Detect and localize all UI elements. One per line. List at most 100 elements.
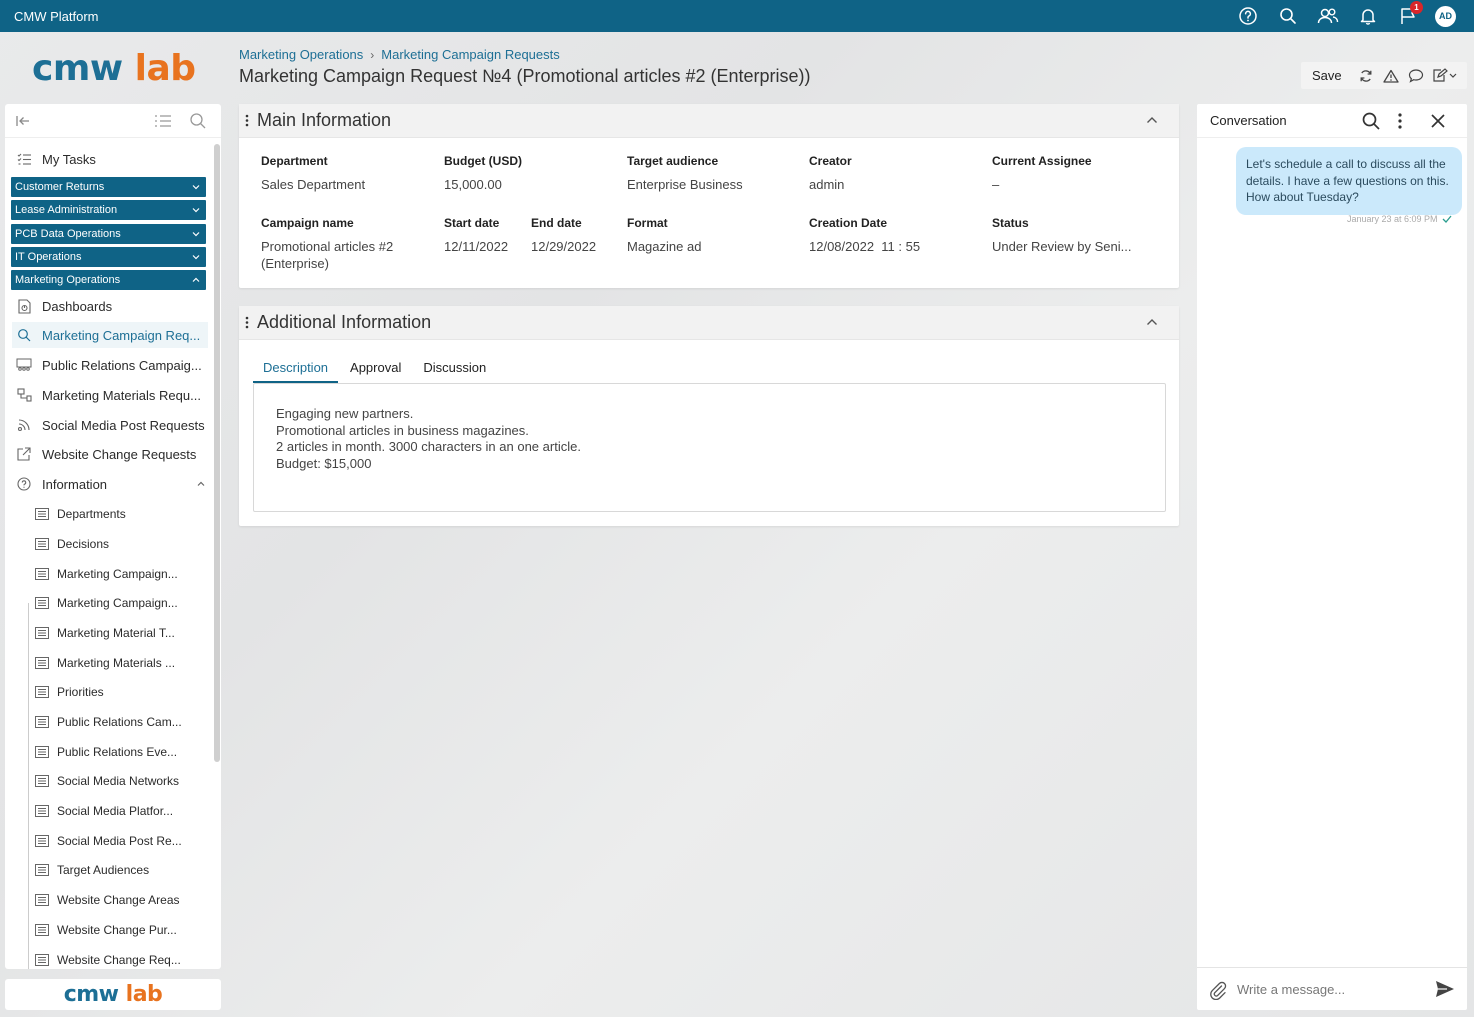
sidebar-sub-item[interactable]: Public Relations Cam... <box>33 710 182 734</box>
sidebar-sub-item[interactable]: Marketing Materials ... <box>33 651 175 675</box>
tab-discussion[interactable]: Discussion <box>413 356 496 383</box>
sidebar-item-dashboards[interactable]: Dashboards <box>12 293 112 319</box>
sidebar-sub-item[interactable]: Website Change Pur... <box>33 918 177 942</box>
field-creation-date: Creation Date 12/08/2022 11 : 55 <box>809 216 920 255</box>
sub-item-label: Website Change Areas <box>57 893 180 907</box>
field-campaign-name: Campaign name Promotional articles #2 (E… <box>261 216 393 272</box>
sidebar-sub-item[interactable]: Marketing Campaign... <box>33 591 178 615</box>
table-icon <box>35 597 49 609</box>
collapse-sidebar-icon[interactable] <box>15 113 31 129</box>
sidebar-item-website-change[interactable]: Website Change Requests <box>12 441 196 467</box>
sidebar-sub-item[interactable]: Social Media Post Re... <box>33 829 182 853</box>
field-value: Sales Department <box>261 177 366 192</box>
close-icon[interactable] <box>1431 114 1445 128</box>
description-line: 2 articles in month. 3000 characters in … <box>276 439 581 454</box>
tab-description[interactable]: Description <box>253 356 339 383</box>
sidebar-sub-item[interactable]: Social Media Platfor... <box>33 799 173 823</box>
sidebar-sub-item[interactable]: Priorities <box>33 680 104 704</box>
chevron-up-icon <box>197 481 205 486</box>
top-bar: CMW Platform 1 AD <box>0 0 1474 32</box>
sidebar-sub-item[interactable]: Public Relations Eve... <box>33 740 177 764</box>
sidebar-sub-item[interactable]: Marketing Material T... <box>33 621 175 645</box>
sub-item-label: Decisions <box>57 537 110 551</box>
sidebar-item-public-relations[interactable]: Public Relations Campaig... <box>12 352 202 378</box>
tasks-icon <box>16 151 32 167</box>
chevron-up-icon <box>192 277 200 282</box>
field-value: Enterprise Business <box>627 177 743 192</box>
sidebar-group-pcb-data-operations[interactable]: PCB Data Operations <box>11 224 206 244</box>
sidebar-sub-item[interactable]: Departments <box>33 502 126 526</box>
sidebar-item-my-tasks[interactable]: My Tasks <box>12 146 96 172</box>
drag-handle-icon[interactable] <box>245 316 249 329</box>
breadcrumb-link-campaign-requests[interactable]: Marketing Campaign Requests <box>381 47 559 62</box>
collapse-section-icon[interactable] <box>1146 318 1158 326</box>
user-avatar[interactable]: AD <box>1435 5 1456 27</box>
sidebar-group-marketing-operations[interactable]: Marketing Operations <box>11 270 206 290</box>
sub-item-label: Departments <box>57 507 126 521</box>
sidebar-item-marketing-campaign-requests[interactable]: Marketing Campaign Req... <box>12 322 208 348</box>
sidebar-header <box>5 104 221 138</box>
sub-item-label: Target Audiences <box>57 863 150 877</box>
sidebar-sub-item[interactable]: Decisions <box>33 532 109 556</box>
footer-logo[interactable]: cmw lab <box>5 979 221 1010</box>
send-icon[interactable] <box>1435 980 1455 998</box>
bell-icon[interactable] <box>1348 0 1388 32</box>
sub-item-label: Marketing Materials ... <box>57 656 176 670</box>
help-circle-icon <box>16 476 32 492</box>
description-line: Promotional articles in business magazin… <box>276 422 529 438</box>
page-title: Marketing Campaign Request №4 (Promotion… <box>239 66 811 86</box>
help-icon[interactable] <box>1228 0 1268 32</box>
chevron-down-icon <box>192 208 200 213</box>
table-icon <box>35 657 49 669</box>
save-button[interactable]: Save <box>1312 68 1342 83</box>
flag-icon[interactable]: 1 <box>1388 0 1428 32</box>
chevron-down-icon <box>192 185 200 190</box>
search-icon[interactable] <box>1268 0 1308 32</box>
drag-handle-icon[interactable] <box>245 114 249 127</box>
sidebar-sub-item[interactable]: Target Audiences <box>33 858 149 882</box>
list-view-icon[interactable] <box>154 113 172 129</box>
sidebar-sub-item[interactable]: Website Change Req... <box>33 948 181 969</box>
refresh-icon[interactable] <box>1355 65 1377 87</box>
sidebar-sub-item[interactable]: Marketing Campaign... <box>33 562 178 586</box>
warning-icon[interactable] <box>1380 65 1402 87</box>
table-icon <box>35 568 49 580</box>
table-icon <box>35 746 49 758</box>
field-status: Status Under Review by Seni... <box>992 216 1131 255</box>
more-options-icon[interactable] <box>1398 113 1402 129</box>
field-label: Target audience <box>627 154 719 168</box>
edit-menu-icon[interactable] <box>1430 65 1460 87</box>
sidebar-group-lease-administration[interactable]: Lease Administration <box>11 200 206 220</box>
sidebar: My Tasks Customer Returns Lease Administ… <box>5 104 221 969</box>
breadcrumb-link-marketing-operations[interactable]: Marketing Operations <box>239 47 363 62</box>
sidebar-sub-item[interactable]: Social Media Networks <box>33 769 179 793</box>
conversation-search-icon[interactable] <box>1361 111 1381 131</box>
sidebar-item-social-media[interactable]: Social Media Post Requests <box>12 412 205 438</box>
tab-approval[interactable]: Approval <box>340 356 411 383</box>
sidebar-scrollbar[interactable] <box>214 144 220 762</box>
sidebar-group-customer-returns[interactable]: Customer Returns <box>11 177 206 197</box>
sidebar-search-icon[interactable] <box>189 112 207 130</box>
field-label: Department <box>261 154 328 168</box>
sub-item-label: Priorities <box>57 685 104 699</box>
table-icon <box>35 864 49 876</box>
sub-item-label: Marketing Campaign... <box>57 567 178 581</box>
sidebar-group-it-operations[interactable]: IT Operations <box>11 247 206 267</box>
field-value: Magazine ad <box>627 239 702 254</box>
comment-icon[interactable] <box>1405 65 1427 87</box>
field-label: Creator <box>809 154 852 168</box>
message-input[interactable] <box>1237 979 1417 999</box>
table-icon <box>35 805 49 817</box>
message-composer <box>1197 967 1467 1010</box>
paperclip-icon[interactable] <box>1209 980 1227 1000</box>
sidebar-sub-item[interactable]: Website Change Areas <box>33 888 180 912</box>
breadcrumb: Marketing Operations › Marketing Campaig… <box>239 47 560 62</box>
conversation-panel: Conversation Let's schedule a call to di… <box>1197 104 1467 1010</box>
sidebar-item-label: Public Relations Campaig... <box>42 357 202 373</box>
users-icon[interactable] <box>1308 0 1348 32</box>
field-label: Campaign name <box>261 216 354 230</box>
sidebar-item-marketing-materials[interactable]: Marketing Materials Requ... <box>12 382 201 408</box>
collapse-section-icon[interactable] <box>1146 116 1158 124</box>
company-logo[interactable]: cmw lab <box>32 48 202 90</box>
sidebar-item-information[interactable]: Information <box>12 471 208 497</box>
